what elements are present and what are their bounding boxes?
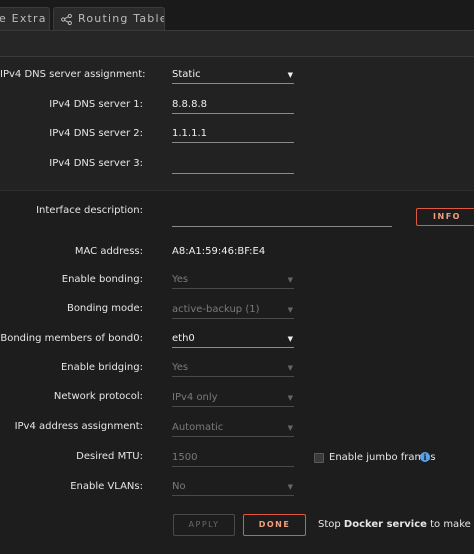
caret-down-icon: ▼ [287,335,293,343]
dns-assignment-label: IPv4 DNS server assignment: [0,69,146,80]
caret-down-icon: ▼ [287,364,293,372]
caret-down-icon: ▼ [287,276,293,284]
interface-description-input[interactable] [172,211,392,227]
mac-address-value: A8:A1:59:46:BF:E4 [172,246,266,257]
dns-assignment-value: Static [172,69,201,80]
bonding-mode-select: active-backup (1) ▼ [172,303,294,319]
enable-vlans-label: Enable VLANs: [70,481,143,492]
caret-down-icon: ▼ [287,394,293,402]
enable-bridging-select: Yes ▼ [172,361,294,377]
tab-extra[interactable]: e Extra [0,7,50,30]
interface-description-label: Interface description: [36,205,143,216]
dns-server2-input[interactable]: 1.1.1.1 [172,127,294,143]
jumbo-frames-checkbox[interactable] [314,453,324,463]
stop-note-prefix: Stop [318,519,344,530]
mac-address-label: MAC address: [74,246,143,257]
ipv4-assignment-value: Automatic [172,422,224,433]
dns-server1-input[interactable]: 8.8.8.8 [172,98,294,114]
docker-stop-note: Stop Docker service to make chan [318,519,474,530]
info-button[interactable]: INFO [416,208,474,226]
caret-down-icon: ▼ [287,424,293,432]
tab-label: e Extra [0,12,47,25]
enable-bridging-value: Yes [172,362,189,373]
info-icon[interactable]: i [420,452,430,462]
bond-members-label: Bonding members of bond0: [0,333,143,344]
enable-bonding-label: Enable bonding: [61,274,143,285]
caret-down-icon: ▼ [287,71,293,79]
stop-note-service: Docker service [343,519,427,530]
bond-members-value: eth0 [172,333,195,344]
share-icon [61,13,72,25]
desired-mtu-input: 1500 [172,451,294,467]
enable-bonding-select: Yes ▼ [172,273,294,289]
dns-server2-label: IPv4 DNS server 2: [49,128,143,139]
sub-toolbar [0,30,474,57]
bonding-mode-value: active-backup (1) [172,304,260,315]
network-protocol-value: IPv4 only [172,392,218,403]
dns-server1-label: IPv4 DNS server 1: [49,99,143,110]
caret-down-icon: ▼ [287,483,293,491]
dns-server3-label: IPv4 DNS server 3: [49,158,143,169]
enable-bridging-label: Enable bridging: [60,362,143,373]
enable-vlans-value: No [172,481,186,492]
done-button[interactable]: DONE [243,514,306,536]
dns-server3-input[interactable] [172,158,294,174]
dns-assignment-select[interactable]: Static ▼ [172,68,294,84]
enable-vlans-select: No ▼ [172,480,294,496]
caret-down-icon: ▼ [287,306,293,314]
ipv4-assignment-label: IPv4 address assignment: [14,421,143,432]
apply-button[interactable]: APPLY [173,514,235,536]
bond-members-select[interactable]: eth0 ▼ [172,332,294,348]
tab-bar: e Extra Routing Table [0,0,474,30]
ipv4-assignment-select: Automatic ▼ [172,421,294,437]
enable-bonding-value: Yes [172,274,189,285]
stop-note-suffix: to make chan [430,519,474,530]
bonding-mode-label: Bonding mode: [66,303,143,314]
tab-routing-table[interactable]: Routing Table [53,7,165,30]
tab-label: Routing Table [78,12,165,25]
desired-mtu-label: Desired MTU: [76,451,143,462]
network-protocol-select: IPv4 only ▼ [172,391,294,407]
network-protocol-label: Network protocol: [53,391,143,402]
